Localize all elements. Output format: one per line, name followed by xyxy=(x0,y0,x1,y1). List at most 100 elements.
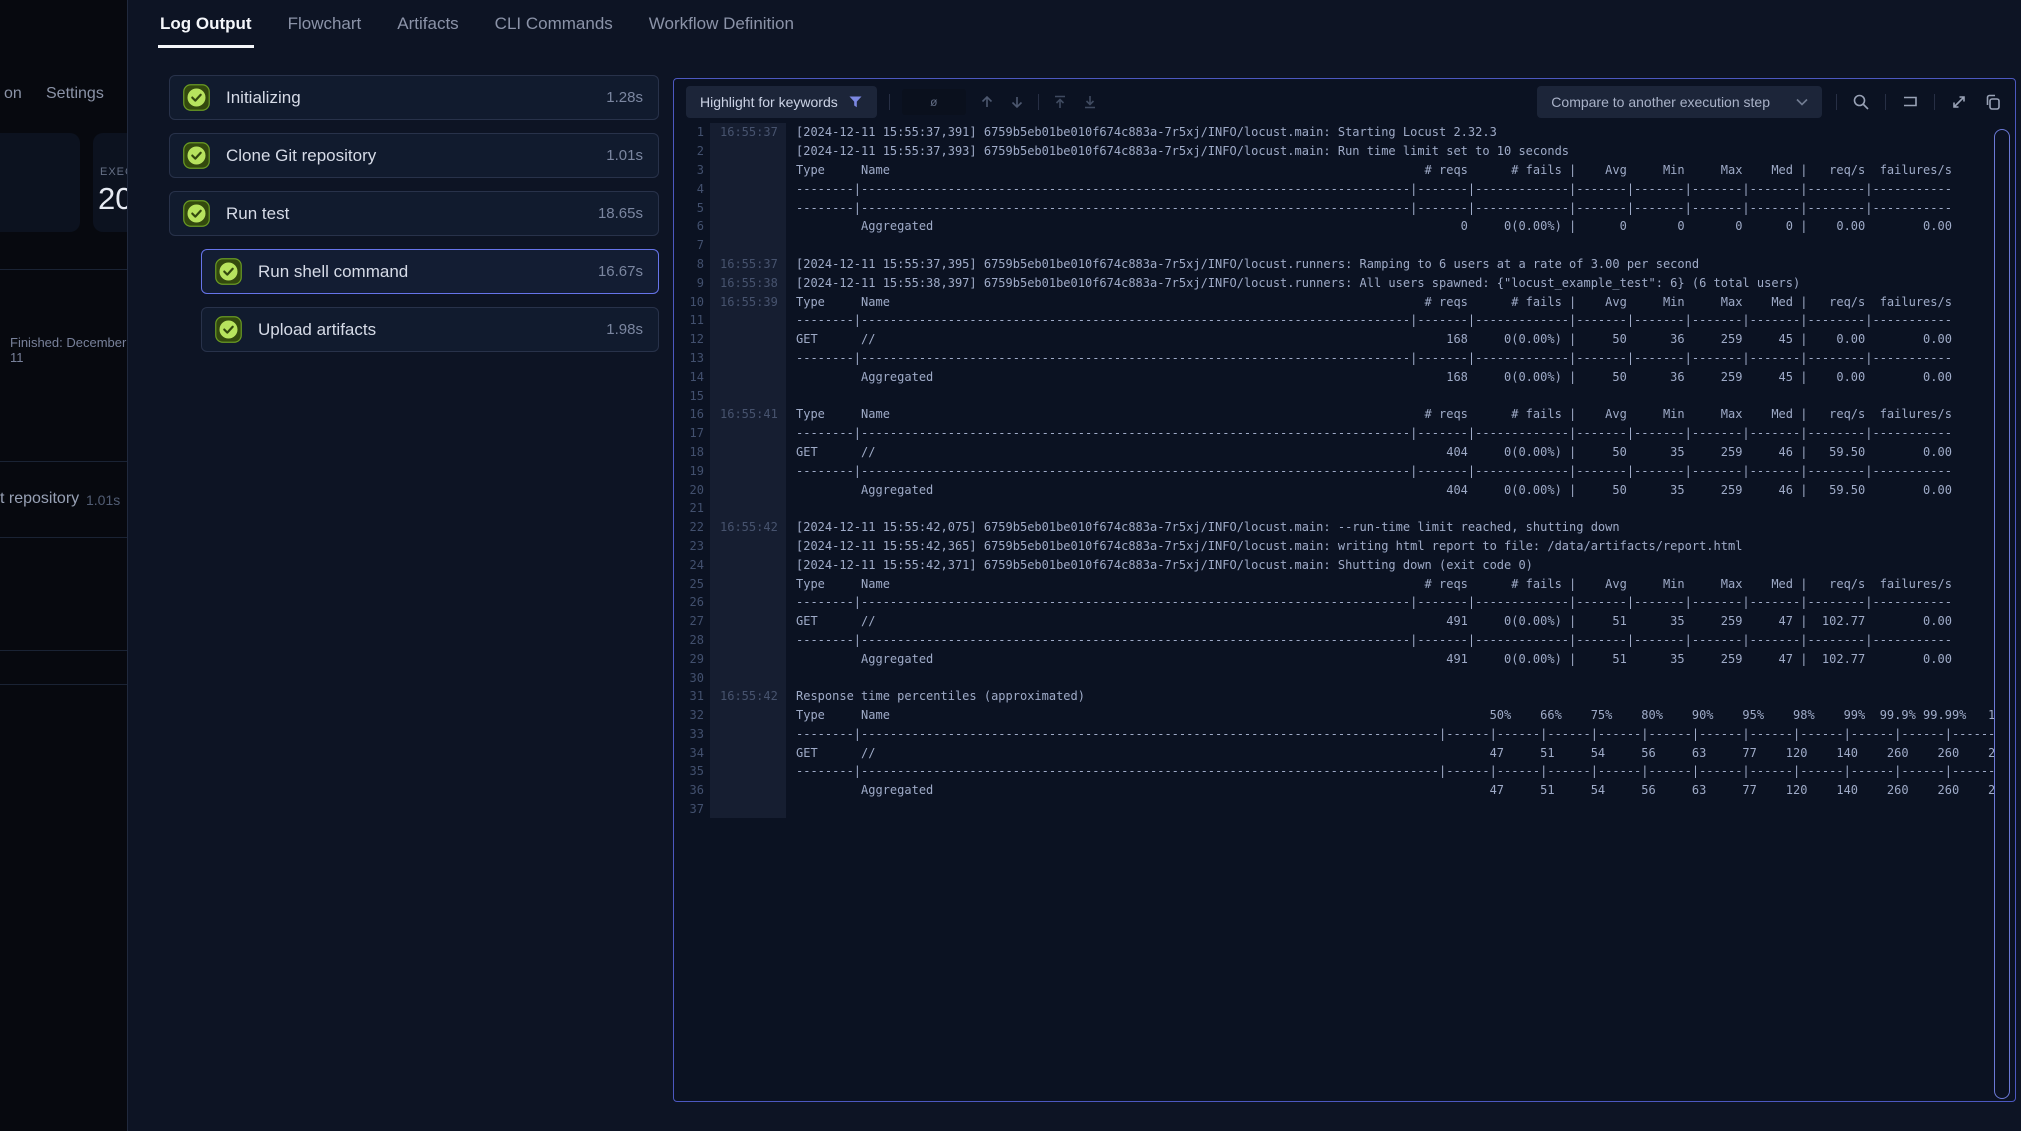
execution-detail-panel: Log Output Flowchart Artifacts CLI Commands… xyxy=(127,0,2021,1131)
search-icon[interactable] xyxy=(1851,92,1871,112)
step-item-run-test[interactable]: Run test18.65s xyxy=(169,191,659,236)
step-item-upload-artifacts[interactable]: Upload artifacts1.98s xyxy=(201,307,659,352)
line-text: Type Name # reqs # fails | Avg Min Max M… xyxy=(786,163,1995,177)
line-timestamp: 16:55:38 xyxy=(710,273,786,292)
log-line: 24[2024-12-11 15:55:42,371] 6759b5eb01be… xyxy=(676,555,1995,574)
line-timestamp xyxy=(710,725,786,744)
success-check-icon xyxy=(183,200,210,227)
success-check-icon xyxy=(215,258,242,285)
tab-cli-commands[interactable]: CLI Commands xyxy=(493,0,615,48)
line-number: 26 xyxy=(676,595,710,609)
chevron-down-icon xyxy=(1796,98,1808,106)
previous-match-icon[interactable] xyxy=(978,93,996,111)
line-number: 20 xyxy=(676,483,710,497)
line-timestamp xyxy=(710,537,786,556)
log-line: 5 --------|------------------------------… xyxy=(676,198,1995,217)
line-text: --------|-------------------------------… xyxy=(786,727,1995,741)
line-text: --------|-------------------------------… xyxy=(786,764,1995,778)
line-timestamp xyxy=(710,480,786,499)
line-timestamp: 16:55:42 xyxy=(710,518,786,537)
line-number: 4 xyxy=(676,182,710,196)
copy-icon[interactable] xyxy=(1983,92,2003,112)
line-number: 3 xyxy=(676,163,710,177)
highlight-keywords-button[interactable]: Highlight for keywords xyxy=(686,86,877,118)
line-number: 5 xyxy=(676,201,710,215)
vertical-scrollbar[interactable] xyxy=(1994,129,2010,1099)
background-divider xyxy=(0,650,127,651)
line-text: Aggregated 0 0(0.00%) | 0 0 0 0 | 0.00 0… xyxy=(786,219,1995,233)
line-number: 28 xyxy=(676,633,710,647)
line-number: 18 xyxy=(676,445,710,459)
log-line: 30 xyxy=(676,668,1995,687)
line-number: 13 xyxy=(676,351,710,365)
line-number: 6 xyxy=(676,219,710,233)
step-item-clone-git-repository[interactable]: Clone Git repository1.01s xyxy=(169,133,659,178)
tab-flowchart[interactable]: Flowchart xyxy=(286,0,364,48)
scroll-to-bottom-icon[interactable] xyxy=(1081,93,1099,111)
toolbar-separator xyxy=(1038,94,1039,110)
line-number: 30 xyxy=(676,671,710,685)
line-text: --------|-------------------------------… xyxy=(786,201,1995,215)
line-text: --------|-------------------------------… xyxy=(786,351,1995,365)
background-step-label: t repository xyxy=(0,490,79,508)
expand-icon[interactable] xyxy=(1949,92,1969,112)
line-text: Aggregated 168 0(0.00%) | 50 36 259 45 |… xyxy=(786,370,1995,384)
step-list: Initializing1.28s Clone Git repository1.0… xyxy=(169,75,659,365)
line-text: [2024-12-11 15:55:38,397] 6759b5eb01be01… xyxy=(786,276,1995,290)
log-line: 6 Aggregated 0 0(0.00%) | 0 0 0 0 | 0.00… xyxy=(676,217,1995,236)
log-line: 3 Type Name # reqs # fails | Avg Min Max … xyxy=(676,161,1995,180)
line-number: 24 xyxy=(676,558,710,572)
line-text: [2024-12-11 15:55:37,393] 6759b5eb01be01… xyxy=(786,144,1995,158)
log-line: 13 --------|-----------------------------… xyxy=(676,349,1995,368)
log-line: 19--------|-----------------------------… xyxy=(676,461,1995,480)
wrap-lines-icon[interactable] xyxy=(1900,92,1920,112)
toolbar-separator xyxy=(1934,94,1935,110)
line-timestamp xyxy=(710,555,786,574)
success-check-icon xyxy=(215,316,242,343)
line-text: --------|-------------------------------… xyxy=(786,313,1995,327)
log-line: 23[2024-12-11 15:55:42,365] 6759b5eb01be… xyxy=(676,537,1995,556)
line-timestamp xyxy=(710,743,786,762)
step-label: Initializing xyxy=(226,88,606,108)
tab-artifacts[interactable]: Artifacts xyxy=(395,0,460,48)
line-number: 14 xyxy=(676,370,710,384)
line-timestamp xyxy=(710,499,786,518)
line-timestamp: 16:55:42 xyxy=(710,687,786,706)
log-line: 3116:55:42Response time percentiles (app… xyxy=(676,687,1995,706)
step-item-initializing[interactable]: Initializing1.28s xyxy=(169,75,659,120)
log-line: 2[2024-12-11 15:55:37,393] 6759b5eb01be0… xyxy=(676,142,1995,161)
log-line: 34GET // 47 51 54 56 63 77 120 140 260 2… xyxy=(676,743,1995,762)
compare-step-dropdown[interactable]: Compare to another execution step xyxy=(1537,86,1822,118)
next-match-icon[interactable] xyxy=(1008,93,1026,111)
log-line: 29 Aggregated 491 0(0.00%) | 51 35 259 4… xyxy=(676,649,1995,668)
tab-log-output[interactable]: Log Output xyxy=(158,0,254,48)
log-line: 18GET // 404 0(0.00%) | 50 35 259 46 | 5… xyxy=(676,443,1995,462)
line-number: 15 xyxy=(676,389,710,403)
line-number: 8 xyxy=(676,257,710,271)
log-line: 36 Aggregated 47 51 54 56 63 77 120 140 … xyxy=(676,781,1995,800)
line-timestamp: 16:55:39 xyxy=(710,292,786,311)
toolbar-separator xyxy=(1836,94,1837,110)
line-timestamp xyxy=(710,762,786,781)
line-text: Aggregated 491 0(0.00%) | 51 35 259 47 |… xyxy=(786,652,1995,666)
log-panel: Highlight for keywords ø xyxy=(673,78,2016,1102)
tab-workflow-definition[interactable]: Workflow Definition xyxy=(647,0,796,48)
step-item-run-shell-command[interactable]: Run shell command16.67s xyxy=(201,249,659,294)
line-text: Type Name # reqs # fails | Avg Min Max M… xyxy=(786,407,1995,421)
background-divider xyxy=(0,461,127,462)
line-timestamp xyxy=(710,649,786,668)
log-line: 27GET // 491 0(0.00%) | 51 35 259 47 | 1… xyxy=(676,612,1995,631)
line-number: 33 xyxy=(676,727,710,741)
background-finished-text: Finished: December 11 xyxy=(10,335,127,365)
log-line: 33 --------|-----------------------------… xyxy=(676,725,1995,744)
tab-bar: Log Output Flowchart Artifacts CLI Commands… xyxy=(158,0,796,48)
log-line: 1616:55:41Type Name # reqs # fails | Avg… xyxy=(676,405,1995,424)
line-number: 29 xyxy=(676,652,710,666)
log-toolbar-right: Compare to another execution step xyxy=(1537,86,2003,118)
scroll-to-top-icon[interactable] xyxy=(1051,93,1069,111)
line-timestamp xyxy=(710,781,786,800)
execution-card-value: 20. xyxy=(98,181,127,217)
line-text: Aggregated 404 0(0.00%) | 50 35 259 46 |… xyxy=(786,483,1995,497)
log-toolbar-left: Highlight for keywords ø xyxy=(686,86,1099,118)
line-timestamp xyxy=(710,367,786,386)
